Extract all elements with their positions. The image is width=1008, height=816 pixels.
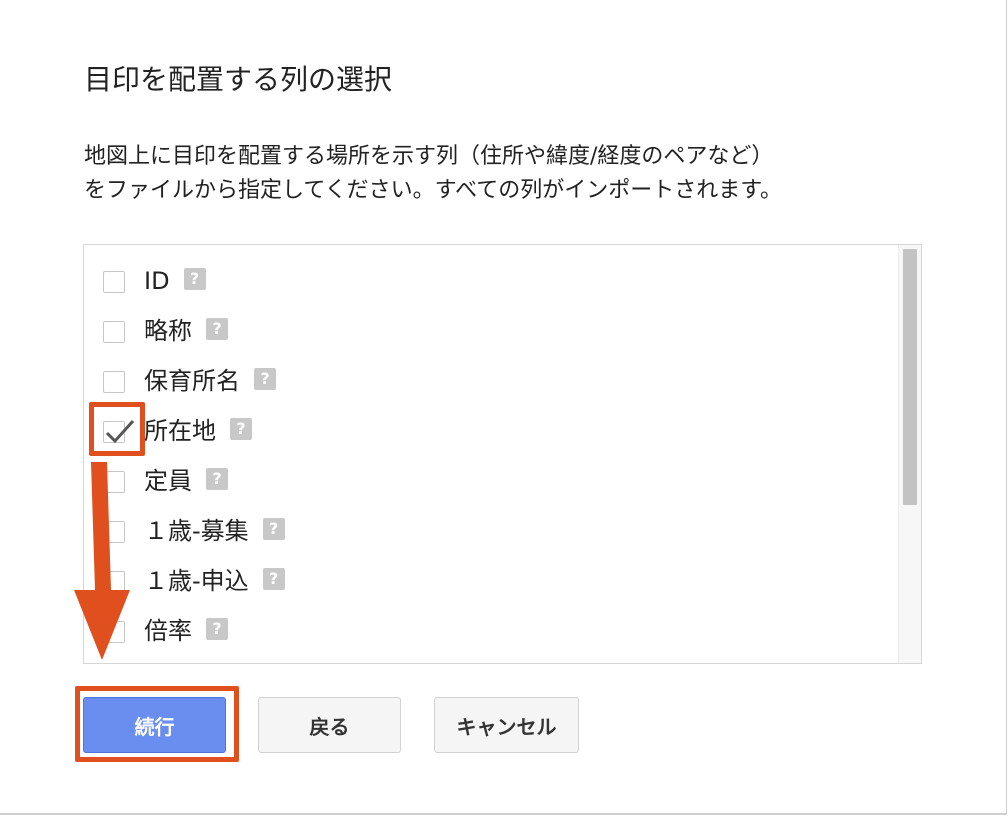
dialog-title: 目印を配置する列の選択 [84,63,393,96]
help-icon[interactable]: ? [230,418,252,440]
column-label: 略称 [144,317,192,345]
description-line-1: 地図上に目印を配置する場所を示す列（住所や緯度/経度のペアなど） [84,144,774,169]
cancel-button[interactable]: キャンセル [434,697,579,753]
select-location-column-dialog: 目印を配置する列の選択 地図上に目印を配置する場所を示す列（住所や緯度/経度のペ… [0,0,1007,815]
help-icon[interactable]: ? [206,468,228,490]
column-label: 保育所名 [144,367,240,395]
help-icon[interactable]: ? [183,268,206,290]
column-list[interactable]: ID? 略称? 保育所名? 所在地? 定員? １歳-募集? １歳-申込 ? 倍率… [83,244,922,664]
column-checkbox-abbreviation[interactable] [103,321,125,343]
scrollbar-track[interactable] [898,245,921,663]
help-icon[interactable]: ? [262,518,285,540]
scrollbar-thumb[interactable] [903,249,917,505]
back-button[interactable]: 戻る [258,697,401,753]
continue-highlight-annotation [75,686,239,762]
column-label: ID [144,267,170,295]
column-label: 所在地 [144,417,216,445]
down-arrow-icon [74,462,130,660]
description-line-2: をファイルから指定してください。すべての列がインポートされます。 [84,178,783,203]
column-label: １歳-申込 [144,567,249,595]
column-checkbox-id[interactable] [103,271,125,293]
checkbox-highlight-annotation [89,402,145,456]
help-icon[interactable]: ? [206,618,228,640]
column-label: 定員 [144,467,192,495]
column-checkbox-nursery-name[interactable] [103,371,125,393]
column-label: １歳-募集 [144,517,249,545]
help-icon[interactable]: ? [206,318,228,340]
dialog-description: 地図上に目印を配置する場所を示す列（住所や緯度/経度のペアなど） をファイルから… [84,140,964,208]
column-label: 倍率 [144,617,192,645]
help-icon[interactable]: ? [262,568,285,590]
help-icon[interactable]: ? [254,368,276,390]
